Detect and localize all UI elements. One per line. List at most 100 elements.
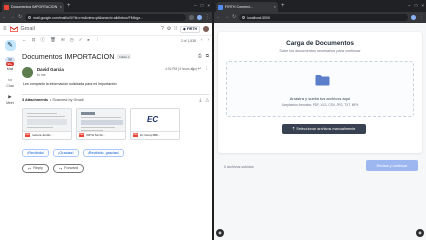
add-to-drive-icon[interactable]: △ [205, 97, 209, 103]
newer-chevron-icon[interactable]: ‹ [201, 38, 203, 43]
delete-icon[interactable]: 🗑 [50, 38, 56, 43]
back-icon[interactable]: ← [216, 15, 221, 20]
address-bar: ← → ↻ localhost:3000 ⋮ [214, 12, 426, 23]
file-dropzone[interactable]: Arrastra y suelta tus archivos aquí Acep… [226, 61, 414, 117]
close-window-icon[interactable]: × [207, 2, 210, 10]
select-files-button[interactable]: ⤒ Seleccionar archivos manualmente [282, 124, 366, 134]
attachment-card[interactable]: PDF FIRTH SA 44... [76, 107, 126, 140]
pdf-icon: PDF [25, 133, 30, 138]
browser-menu-icon[interactable]: ⋮ [205, 15, 210, 20]
move-to-icon[interactable]: ▸ [88, 38, 90, 43]
upload-card: Carga de Documentos Sube los documentos … [218, 32, 422, 153]
rail-item-meet[interactable]: ▶ Meet [5, 94, 15, 105]
minimize-icon[interactable]: – [194, 2, 197, 10]
new-tab-icon[interactable]: + [67, 2, 71, 10]
message-view: ← ⊡ ⓘ 🗑 ✉ ◷ ✓ ▸ ⋮ 2 of 1,838 ‹ › Documen… [22, 36, 209, 240]
attachments-count: 3 Attachments [22, 98, 49, 103]
meet-icon: ▶ [8, 93, 12, 99]
compose-button[interactable]: ✎ [4, 40, 16, 51]
print-icon[interactable]: ⎙ [198, 54, 202, 59]
attachments-grid: PDF Factura Juridic... PDF FIRTH SA 44..… [22, 107, 209, 140]
maximize-icon[interactable]: □ [415, 2, 418, 10]
inbox-label-chip[interactable]: Inbox × [117, 54, 132, 59]
gmail-header: ≡ Gmail ? ⚙ ⁞⁞ ◆ FIRTH [0, 23, 212, 36]
folder-icon [315, 74, 330, 86]
smart-reply-chip[interactable]: ¡Gracias! [53, 148, 79, 157]
subject-row: Documentos IMPORTACION Inbox × ⎙ ⧉ [22, 52, 209, 61]
browser-menu-icon[interactable]: ⋮ [419, 15, 424, 20]
smart-reply-chip[interactable]: ¡Recibido, gracias! [82, 148, 124, 157]
gmail-logo-icon[interactable] [9, 26, 18, 32]
attachments-header: 3 Attachments • Scanned by Gmail ⤓ △ [22, 94, 209, 103]
attachment-card[interactable]: PDF Factura Juridic... [22, 107, 72, 140]
attachment-thumbnail [77, 108, 125, 133]
url-text: mail.google.com/mail/u/0/?ik=rrm&view=pt… [33, 15, 144, 20]
attachment-thumbnail [23, 108, 71, 133]
review-continue-button[interactable]: Revisar y continuar [366, 160, 418, 171]
profile-icon[interactable] [197, 15, 202, 20]
forward-icon[interactable]: → [10, 15, 15, 20]
site-info-icon[interactable] [28, 16, 32, 19]
reply-icon[interactable]: ↩ [198, 66, 202, 72]
back-to-inbox-icon[interactable]: ← [22, 38, 27, 43]
add-task-icon[interactable]: ✓ [79, 38, 83, 43]
attachment-card[interactable]: EC PDF EC Group BRI... [130, 107, 180, 140]
back-icon[interactable]: ← [2, 15, 7, 20]
uploaded-count: 0 archivos subidos [224, 165, 254, 169]
close-window-icon[interactable]: × [421, 2, 424, 10]
chrome-taskbar-icon[interactable]: ◉ [216, 229, 224, 237]
rail-item-label: Meet [6, 101, 14, 105]
older-chevron-icon[interactable]: › [207, 38, 209, 43]
url-field[interactable]: mail.google.com/mail/u/0/?ik=rrm&view=pt… [25, 14, 186, 21]
snooze-icon[interactable]: ◷ [70, 38, 74, 43]
attachment-name: EC Group BRI... [139, 133, 161, 138]
sender-name[interactable]: David Garcia [37, 67, 64, 72]
workspace-brand-chip[interactable]: ◆ FIRTH [179, 25, 200, 33]
sender-avatar[interactable] [22, 67, 33, 78]
close-icon[interactable]: × [60, 5, 62, 9]
minimize-icon[interactable]: – [408, 2, 411, 10]
settings-gear-icon[interactable]: ⚙ [167, 26, 171, 32]
rail-item-mail[interactable]: ✉ 99+ Mail [5, 57, 15, 71]
mark-unread-icon[interactable]: ✉ [61, 38, 65, 43]
smart-reply-chip[interactable]: ¡Recibido! [22, 148, 50, 157]
more-options-icon[interactable]: ⋮ [95, 38, 100, 43]
maximize-icon[interactable]: □ [201, 2, 204, 10]
chrome-taskbar-icon[interactable]: ◉ [416, 229, 424, 237]
url-field[interactable]: localhost:3000 [239, 14, 408, 21]
new-tab-icon[interactable]: + [281, 2, 285, 10]
extension-icon[interactable] [189, 15, 194, 20]
reload-icon[interactable]: ↻ [18, 15, 22, 20]
apps-grid-icon[interactable]: ⁞⁞ [174, 26, 177, 32]
message-more-icon[interactable]: ⋮ [204, 66, 209, 72]
profile-icon[interactable] [411, 15, 416, 20]
message-toolbar: ← ⊡ ⓘ 🗑 ✉ ◷ ✓ ▸ ⋮ 2 of 1,838 ‹ › [22, 36, 209, 45]
tab-title: FIRTH Comerci... [225, 5, 253, 9]
tab-gmail[interactable]: Documentos IMPORTACION × [2, 2, 64, 12]
close-icon[interactable]: × [274, 5, 276, 9]
archive-icon[interactable]: ⊡ [32, 38, 36, 43]
address-bar: ← → ↻ mail.google.com/mail/u/0/?ik=rrm&v… [0, 12, 212, 23]
tab-title: Documentos IMPORTACION [11, 5, 58, 9]
report-spam-icon[interactable]: ⓘ [40, 38, 45, 43]
main-menu-icon[interactable]: ≡ [3, 26, 7, 32]
app-favicon-icon [218, 4, 223, 10]
site-info-icon[interactable] [242, 16, 246, 19]
reload-icon[interactable]: ↻ [232, 15, 236, 20]
recipient-text[interactable]: to me [37, 73, 64, 77]
tab-firth-app[interactable]: FIRTH Comerci... × [216, 2, 278, 12]
account-avatar[interactable] [203, 26, 209, 32]
brand-chip-label: FIRTH [186, 27, 197, 31]
open-new-window-icon[interactable]: ⧉ [206, 54, 209, 59]
star-icon[interactable]: ☆ [190, 66, 194, 72]
rail-item-chat[interactable]: ▭ Chat [5, 77, 15, 88]
dropzone-text: Arrastra y suelta tus archivos aquí [289, 96, 351, 101]
window-controls: – □ × [194, 2, 210, 10]
forward-icon[interactable]: → [224, 15, 229, 20]
reply-button[interactable]: ↩ Reply [22, 163, 49, 173]
forward-button[interactable]: ↪ Forward [52, 163, 85, 173]
rail-item-label: Mail [6, 67, 14, 71]
help-icon[interactable]: ? [161, 26, 164, 32]
side-rail: ✎ ✉ 99+ Mail ▭ Chat ▶ Meet [0, 36, 20, 240]
download-all-icon[interactable]: ⤓ [199, 97, 201, 103]
